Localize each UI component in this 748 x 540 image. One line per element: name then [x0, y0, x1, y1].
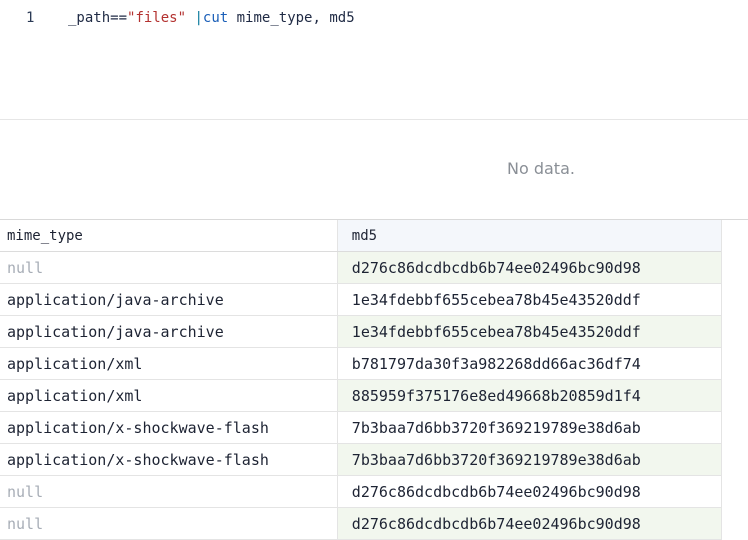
results-table: mime_type md5 null d276c86dcdbcdb6b74ee02…	[0, 220, 722, 540]
cell-mime-type[interactable]: application/java-archive	[0, 315, 338, 348]
table-row[interactable]: application/x-shockwave-flash 7b3baa7d6bb…	[0, 443, 722, 476]
cell-mime-type[interactable]: application/java-archive	[0, 283, 338, 316]
table-body: null d276c86dcdbcdb6b74ee02496bc90d98 appl…	[0, 251, 722, 540]
cell-mime-type[interactable]: application/xml	[0, 379, 338, 412]
table-row[interactable]: application/x-shockwave-flash 7b3baa7d6bb…	[0, 411, 722, 444]
cell-mime-type[interactable]: null	[0, 251, 338, 284]
cell-mime-type[interactable]: application/x-shockwave-flash	[0, 411, 338, 444]
table-row[interactable]: null d276c86dcdbcdb6b74ee02496bc90d98	[0, 251, 722, 284]
column-header-md5[interactable]: md5	[337, 220, 722, 252]
cell-md5[interactable]: d276c86dcdbcdb6b74ee02496bc90d98	[337, 475, 722, 508]
cell-md5[interactable]: 885959f375176e8ed49668b20859d1f4	[337, 379, 722, 412]
editor-divider	[0, 119, 748, 120]
cell-mime-type[interactable]: application/xml	[0, 347, 338, 380]
query-args-token: mime_type, md5	[228, 10, 355, 26]
table-row[interactable]: null d276c86dcdbcdb6b74ee02496bc90d98	[0, 475, 722, 508]
query-editor[interactable]: 1 _path=="files" |cut mime_type, md5	[0, 0, 748, 40]
cell-mime-type[interactable]: null	[0, 507, 338, 540]
line-number: 1	[26, 10, 35, 26]
cell-mime-type[interactable]: null	[0, 475, 338, 508]
cell-md5[interactable]: 1e34fdebbf655cebea78b45e43520ddf	[337, 315, 722, 348]
cell-mime-type[interactable]: application/x-shockwave-flash	[0, 443, 338, 476]
results-table-container[interactable]: mime_type md5 null d276c86dcdbcdb6b74ee02…	[0, 220, 722, 540]
query-pipe-token: |	[186, 10, 203, 26]
cell-md5[interactable]: 7b3baa7d6bb3720f369219789e38d6ab	[337, 443, 722, 476]
column-header-mime-type[interactable]: mime_type	[0, 220, 338, 252]
table-row[interactable]: null d276c86dcdbcdb6b74ee02496bc90d98	[0, 507, 722, 540]
table-row[interactable]: application/xml b781797da30f3a982268dd66a…	[0, 347, 722, 380]
cell-md5[interactable]: d276c86dcdbcdb6b74ee02496bc90d98	[337, 251, 722, 284]
query-command-token: cut	[202, 10, 229, 26]
query-field-token: _path==	[68, 10, 128, 26]
table-row[interactable]: application/java-archive 1e34fdebbf655ceb…	[0, 315, 722, 348]
empty-message: No data.	[507, 159, 575, 178]
query-line[interactable]: _path=="files" |cut mime_type, md5	[68, 10, 355, 26]
cell-md5[interactable]: 1e34fdebbf655cebea78b45e43520ddf	[337, 283, 722, 316]
table-row[interactable]: application/xml 885959f375176e8ed49668b20…	[0, 379, 722, 412]
query-string-token: "files"	[127, 10, 187, 26]
cell-md5[interactable]: b781797da30f3a982268dd66ac36df74	[337, 347, 722, 380]
table-row[interactable]: application/java-archive 1e34fdebbf655ceb…	[0, 283, 722, 316]
table-right-border	[721, 220, 722, 540]
table-header-row: mime_type md5	[0, 220, 722, 252]
cell-md5[interactable]: 7b3baa7d6bb3720f369219789e38d6ab	[337, 411, 722, 444]
cell-md5[interactable]: d276c86dcdbcdb6b74ee02496bc90d98	[337, 507, 722, 540]
